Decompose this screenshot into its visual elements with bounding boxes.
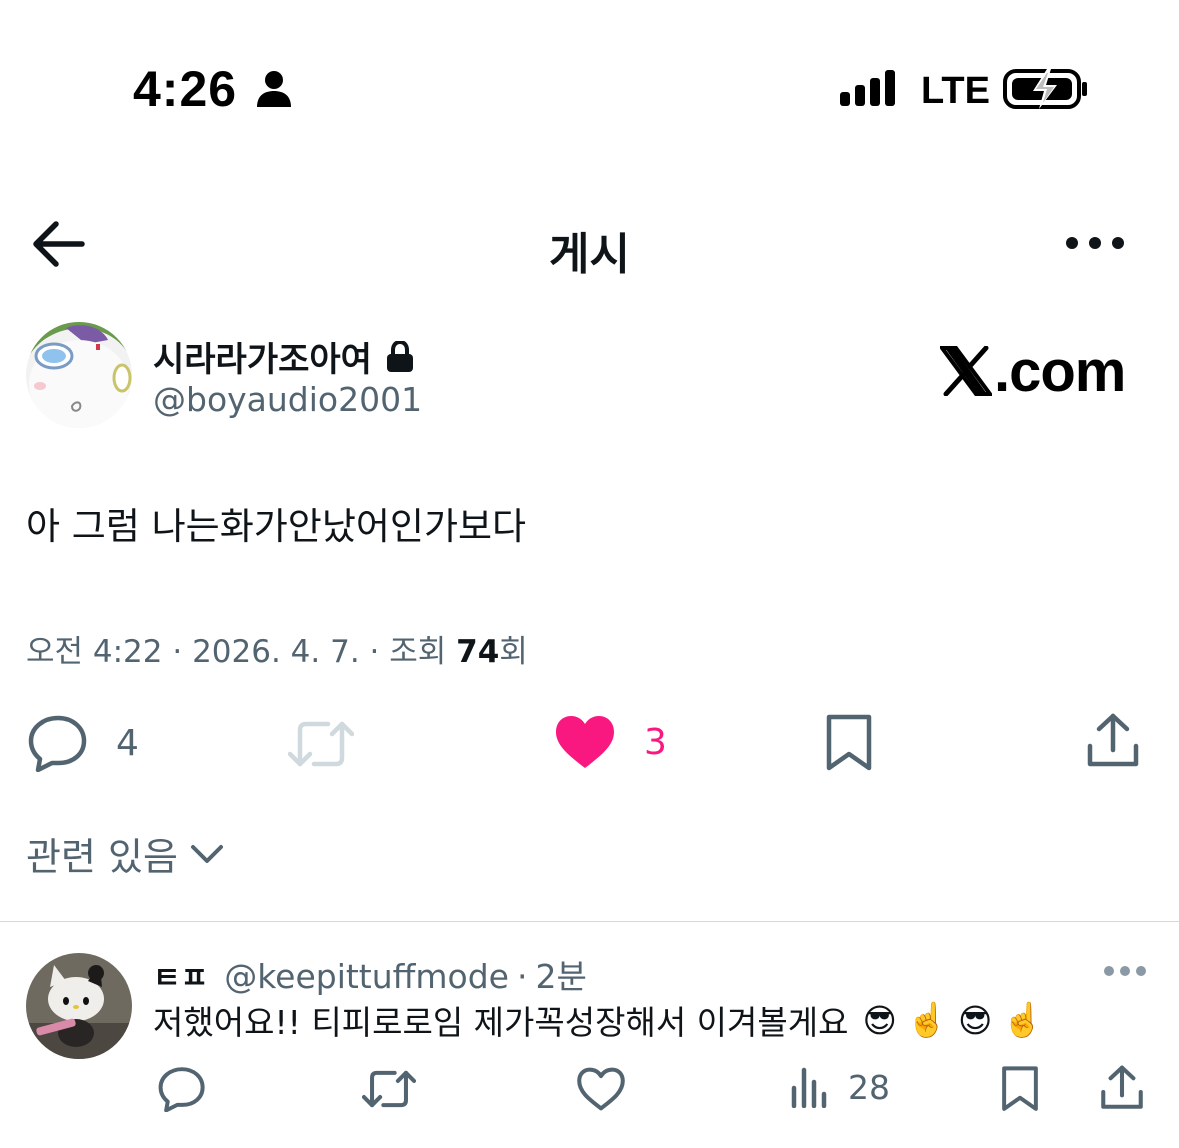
related-label: 관련 있음	[26, 835, 178, 879]
lock-icon	[386, 340, 413, 372]
more-icon[interactable]	[1103, 964, 1147, 978]
author-name-row: 시라라가조아여	[153, 332, 414, 381]
reply-text: 저했어요!! 티피로로임 제가꼭성장해서 이겨볼게요 😎 ☝️ 😎 ☝️	[153, 996, 1044, 1044]
status-time: 4:26	[133, 61, 238, 117]
like-button[interactable]: 3	[554, 714, 667, 770]
status-bar: 4:26 LTE	[0, 0, 1179, 180]
related-toggle[interactable]: 관련 있음	[26, 826, 224, 881]
reply-text-body: 저했어요!! 티피로로임 제가꼭성장해서 이겨볼게요	[153, 1003, 849, 1042]
reply-like-button[interactable]	[576, 1066, 626, 1112]
emoji-sunglasses: 😎	[862, 1000, 897, 1040]
page-title: 게시	[549, 229, 630, 280]
reply-author-name[interactable]: ㅌㅍ	[153, 953, 208, 997]
reply-separator: ·	[516, 957, 528, 996]
tweet-text: 아 그럼 나는화가안났어인가보다	[26, 505, 527, 548]
battery-charging-icon	[1003, 69, 1087, 109]
reply-icon	[158, 1067, 205, 1112]
author-name[interactable]: 시라라가조아여	[153, 332, 372, 381]
reply-bookmark-button[interactable]	[1000, 1066, 1040, 1112]
author-handle[interactable]: @boyaudio2001	[153, 380, 422, 419]
reply-count: 4	[116, 722, 139, 764]
share-icon	[1101, 1065, 1143, 1109]
bookmark-button[interactable]	[824, 714, 874, 772]
emoji-pointing-up: ☝️	[1002, 1000, 1044, 1039]
reply-views-count: 28	[848, 1067, 890, 1107]
emoji-pointing-up: ☝️	[906, 1000, 948, 1039]
share-button[interactable]	[1086, 712, 1140, 770]
views-icon	[791, 1067, 827, 1108]
x-watermark: .com	[940, 336, 1126, 406]
chevron-down-icon	[190, 844, 223, 863]
tweet-action-bar: 4 3	[0, 710, 1179, 780]
reply-time[interactable]: 2분	[535, 950, 586, 998]
bookmark-icon	[826, 714, 872, 771]
tweet-meta: 오전 4:22 · 2026. 4. 7. · 조회 74 회	[26, 626, 528, 671]
tweet-views-count: 74	[456, 634, 500, 670]
divider	[0, 921, 1179, 922]
more-icon[interactable]	[1064, 232, 1126, 254]
emoji-sunglasses: 😎	[958, 1000, 993, 1040]
nav-bar: 게시	[0, 200, 1179, 290]
reply-button[interactable]: 4	[28, 714, 139, 772]
reply-reply-button[interactable]	[158, 1066, 206, 1112]
reply-header: ㅌㅍ @keepittuffmode · 2분	[153, 950, 587, 998]
share-icon	[1087, 713, 1139, 767]
retweet-icon	[288, 721, 354, 767]
retweet-button[interactable]	[288, 718, 354, 770]
reply-author-handle[interactable]: @keepittuffmode	[224, 957, 509, 996]
tweet-timestamp[interactable]: 오전 4:22 · 2026. 4. 7. · 조회	[26, 626, 456, 671]
bookmark-icon	[1002, 1066, 1038, 1111]
person-icon	[257, 71, 291, 107]
reply-views-button[interactable]: 28	[790, 1066, 890, 1108]
heart-icon	[577, 1067, 625, 1111]
network-label: LTE	[921, 70, 990, 112]
reply-retweet-button[interactable]	[362, 1068, 416, 1110]
x-logo-icon	[940, 346, 992, 396]
reply-share-button[interactable]	[1100, 1064, 1144, 1112]
reply-icon	[28, 715, 87, 772]
reply-avatar[interactable]	[26, 953, 132, 1059]
reply-action-bar: 28	[0, 1060, 1179, 1120]
heart-icon	[556, 716, 614, 768]
retweet-icon	[362, 1070, 416, 1108]
like-count: 3	[644, 721, 667, 763]
tweet-views-suffix: 회	[499, 634, 528, 670]
author-avatar[interactable]	[26, 322, 132, 428]
signal-icon	[840, 70, 895, 106]
watermark-text: .com	[994, 338, 1126, 404]
